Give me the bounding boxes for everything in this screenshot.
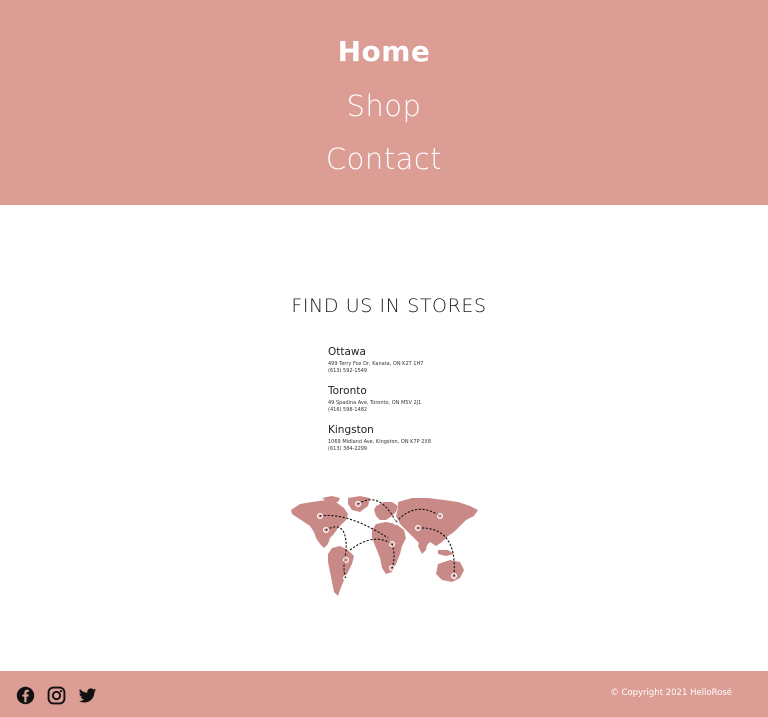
copyright-text: © Copyright 2021 HelloRosé [610,688,732,698]
instagram-icon[interactable] [47,686,66,705]
world-map-illustration [291,496,478,596]
facebook-icon[interactable] [16,686,35,705]
store-city: Kingston [328,424,374,436]
page-title: FIND US IN STORES [291,295,487,317]
store-phone: (613) 384-2299 [328,446,368,452]
nav-contact-link[interactable]: Contact [0,137,768,181]
store-phone: (613) 592-1549 [328,368,368,374]
store-ottawa: Ottawa 499 Terry Fox Dr, Kanata, ON K2T … [328,345,548,375]
nav-home-link[interactable]: Home [0,30,768,74]
store-city: Ottawa [328,346,366,358]
store-phone: (416) 598-1482 [328,407,368,413]
store-address: 1069 Midland Ave, Kingston, ON K7P 2X8 [328,439,432,445]
store-address: 49 Spadina Ave, Toronto, ON M5V 2J1 [328,400,422,406]
store-address: 499 Terry Fox Dr, Kanata, ON K2T 1H7 [328,361,424,367]
twitter-icon[interactable] [78,686,97,705]
store-toronto: Toronto 49 Spadina Ave, Toronto, ON M5V … [328,384,548,414]
store-kingston: Kingston 1069 Midland Ave, Kingston, ON … [328,423,548,453]
store-city: Toronto [328,385,367,397]
site-header: Home Shop Contact [0,0,768,205]
site-footer: © Copyright 2021 HelloRosé [0,671,768,717]
nav-shop-link[interactable]: Shop [0,84,768,128]
